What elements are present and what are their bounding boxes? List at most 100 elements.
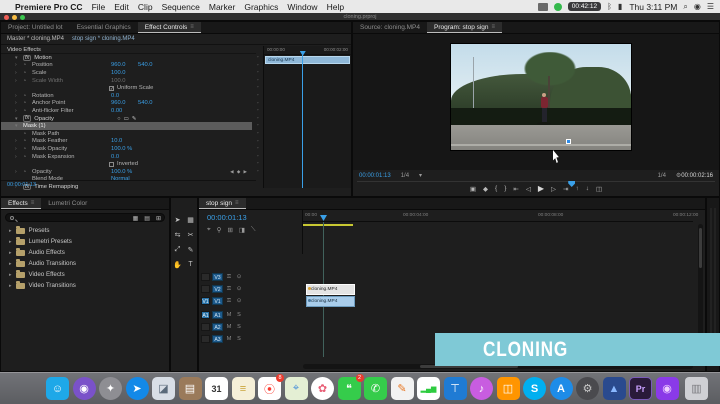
solo-button[interactable]: S <box>235 312 243 318</box>
dock-app-store[interactable]: A <box>549 377 573 400</box>
razor-tool[interactable]: ✂ <box>188 231 194 239</box>
tab-project[interactable]: Project: Untitled lot <box>1 22 70 33</box>
track-header-a2[interactable]: A2 M S <box>201 322 301 333</box>
tab-sequence-stop-sign[interactable]: stop sign ≡ <box>199 198 246 209</box>
pen-mask-icon[interactable]: ✎ <box>132 116 137 122</box>
timeline-clip[interactable]: cloning.MP4 <box>306 296 355 307</box>
slip-tool[interactable]: ⤢ <box>175 246 181 254</box>
property-opacity[interactable]: › ◔ Opacity 100.0 % ◀ ◆ ▶ <box>1 168 256 176</box>
inverted-checkbox[interactable] <box>109 161 114 167</box>
solo-button[interactable]: S <box>235 324 243 330</box>
export-frame-button[interactable]: ◫ <box>596 185 602 193</box>
dock-launchpad[interactable]: ✦ <box>99 377 122 400</box>
mute-button[interactable]: M <box>225 336 233 342</box>
property-mask-feather[interactable]: › ◔ Mask Feather 10.0 <box>1 138 256 146</box>
eye-icon[interactable]: ⊙ <box>235 274 243 280</box>
effect-controls-ruler[interactable]: 00:00:00 00:00:02:00 <box>264 46 351 55</box>
video-preview[interactable] <box>450 43 632 151</box>
rect-mask-icon[interactable]: ▭ <box>124 116 129 122</box>
folder-audio-effects[interactable]: ▸ Audio Effects <box>1 247 169 258</box>
source-patch-a2[interactable] <box>201 323 210 332</box>
panel-menu-icon[interactable]: ≡ <box>190 24 194 30</box>
mask-1-row[interactable]: ▾ Mask (1) <box>1 122 252 130</box>
eye-icon[interactable]: ⊙ <box>235 286 243 292</box>
dock-messages[interactable]: ❝ 2 <box>337 374 364 400</box>
linked-selection-icon[interactable]: ⚲ <box>217 226 222 234</box>
track-target-a1[interactable]: A1 <box>212 311 223 320</box>
source-patch-a1[interactable]: A1 <box>201 311 210 320</box>
menu-help[interactable]: Help <box>327 2 344 12</box>
step-back-button[interactable]: ◁ <box>526 185 531 193</box>
menu-marker[interactable]: Marker <box>209 2 235 12</box>
property-mask-expansion[interactable]: › ◔ Mask Expansion 0.0 <box>1 153 256 161</box>
tab-essential-graphics[interactable]: Essential Graphics <box>70 22 138 33</box>
effect-controls-timecode[interactable]: 00:00:01:13 <box>1 180 256 188</box>
dock-keynote[interactable]: ⊤ <box>443 377 467 400</box>
property-position[interactable]: › ◔ Position 960.0 540.0 <box>1 62 256 70</box>
menu-clip[interactable]: Clip <box>138 2 153 12</box>
folder-audio-transitions[interactable]: ▸ Audio Transitions <box>1 258 169 269</box>
dock-photo-booth[interactable]: ◉ <box>655 377 679 400</box>
dock-facetime[interactable]: ✆ <box>364 377 387 400</box>
track-target-v2[interactable]: V2 <box>212 285 223 294</box>
mark-out-button[interactable]: } <box>504 185 506 192</box>
folder-video-effects[interactable]: ▸ Video Effects <box>1 269 169 280</box>
pen-tool[interactable]: ✎ <box>188 246 194 254</box>
notification-center-icon[interactable]: ☰ <box>707 2 714 11</box>
dock-stocks[interactable]: ▂▄▆ <box>417 377 440 400</box>
menu-bar-clock[interactable]: Thu 3:11 PM <box>629 2 677 12</box>
timeline-clip-selected[interactable]: cloning.MP4 <box>306 284 355 295</box>
menu-file[interactable]: File <box>92 2 106 12</box>
dock-maps[interactable]: ⌖ <box>284 377 308 400</box>
go-to-out-button[interactable]: ⇥ <box>563 185 568 193</box>
lock-icon[interactable]: ⚿ <box>225 274 233 281</box>
menu-edit[interactable]: Edit <box>114 2 129 12</box>
dock-calendar[interactable]: 31 <box>205 377 228 400</box>
property-anchor-point[interactable]: › ◔ Anchor Point 960.0 540.0 <box>1 100 256 108</box>
add-marker-icon[interactable]: ⊞ <box>227 226 232 234</box>
dock-safari[interactable]: ➤ <box>125 377 149 400</box>
hand-tool[interactable]: ✋ <box>173 261 182 269</box>
dock-blue-peaks-app[interactable]: ▲ <box>602 377 626 400</box>
lock-icon[interactable]: ⚿ <box>225 298 233 305</box>
track-header-a1[interactable]: A1 A1 M S <box>201 310 301 321</box>
checkbox-inverted[interactable]: Inverted <box>1 160 256 168</box>
source-patch-v1[interactable]: V1 <box>201 297 210 306</box>
property-scale-width[interactable]: › ◔ Scale Width 100.0 <box>1 77 256 85</box>
selection-tool[interactable]: ➤ <box>175 216 181 224</box>
effect-motion-header[interactable]: ▾ fx Motion <box>1 54 256 62</box>
dock-reminders[interactable]: ⦿ 8 <box>258 374 284 400</box>
master-clip-name[interactable]: Master * cloning.MP4 <box>7 36 64 42</box>
tab-effect-controls[interactable]: Effect Controls ≡ <box>137 22 201 33</box>
timeline-display-settings-icon[interactable]: ◨ <box>239 226 245 234</box>
panel-menu-icon[interactable]: ≡ <box>492 24 496 30</box>
lift-button[interactable]: ↑ <box>575 185 578 192</box>
dock-books[interactable]: ◫ <box>496 377 520 400</box>
program-current-timecode[interactable]: 00:00:01:13 <box>359 173 391 179</box>
dock-trash[interactable]: ▥ <box>685 377 708 400</box>
bluetooth-icon[interactable]: ᛒ <box>607 2 612 11</box>
type-tool[interactable]: T <box>188 261 192 269</box>
settings-button[interactable]: ▣ <box>470 185 476 193</box>
extract-button[interactable]: ↓ <box>586 185 589 192</box>
dock-music[interactable]: ♪ <box>470 377 493 400</box>
display-status-icon[interactable] <box>537 2 548 11</box>
playback-resolution-dropdown[interactable]: 1/4 <box>658 173 666 179</box>
effect-controls-clip-bar[interactable]: cloning.MP4 <box>265 56 350 64</box>
battery-icon[interactable]: ▮ <box>618 2 622 11</box>
track-target-v3[interactable]: V3 <box>212 273 223 282</box>
delete-bin-icon[interactable]: ⊞ <box>156 215 161 222</box>
mask-handle[interactable] <box>566 139 571 144</box>
go-to-in-button[interactable]: ⇤ <box>513 185 518 193</box>
siri-menu-icon[interactable]: ◉ <box>694 2 701 11</box>
checkbox-uniform-scale[interactable]: ✓ Uniform Scale <box>1 84 256 92</box>
folder-video-transitions[interactable]: ▸ Video Transitions <box>1 280 169 291</box>
effect-controls-timeline[interactable]: 00:00:00 00:00:02:00 cloning.MP4 <box>263 46 351 188</box>
nest-toggle-icon[interactable]: ⟍ <box>251 226 256 234</box>
property-mask-opacity[interactable]: › ◔ Mask Opacity 100.0 % <box>1 145 256 153</box>
dock-system-preferences[interactable]: ⚙ <box>576 377 599 400</box>
folder-presets[interactable]: ▸ Presets <box>1 225 169 236</box>
source-patch-v3[interactable] <box>201 273 210 282</box>
property-mask-path[interactable]: ◔ Mask Path <box>1 130 256 138</box>
property-anti-flicker[interactable]: › ◔ Anti-flicker Filter 0.00 <box>1 107 256 115</box>
